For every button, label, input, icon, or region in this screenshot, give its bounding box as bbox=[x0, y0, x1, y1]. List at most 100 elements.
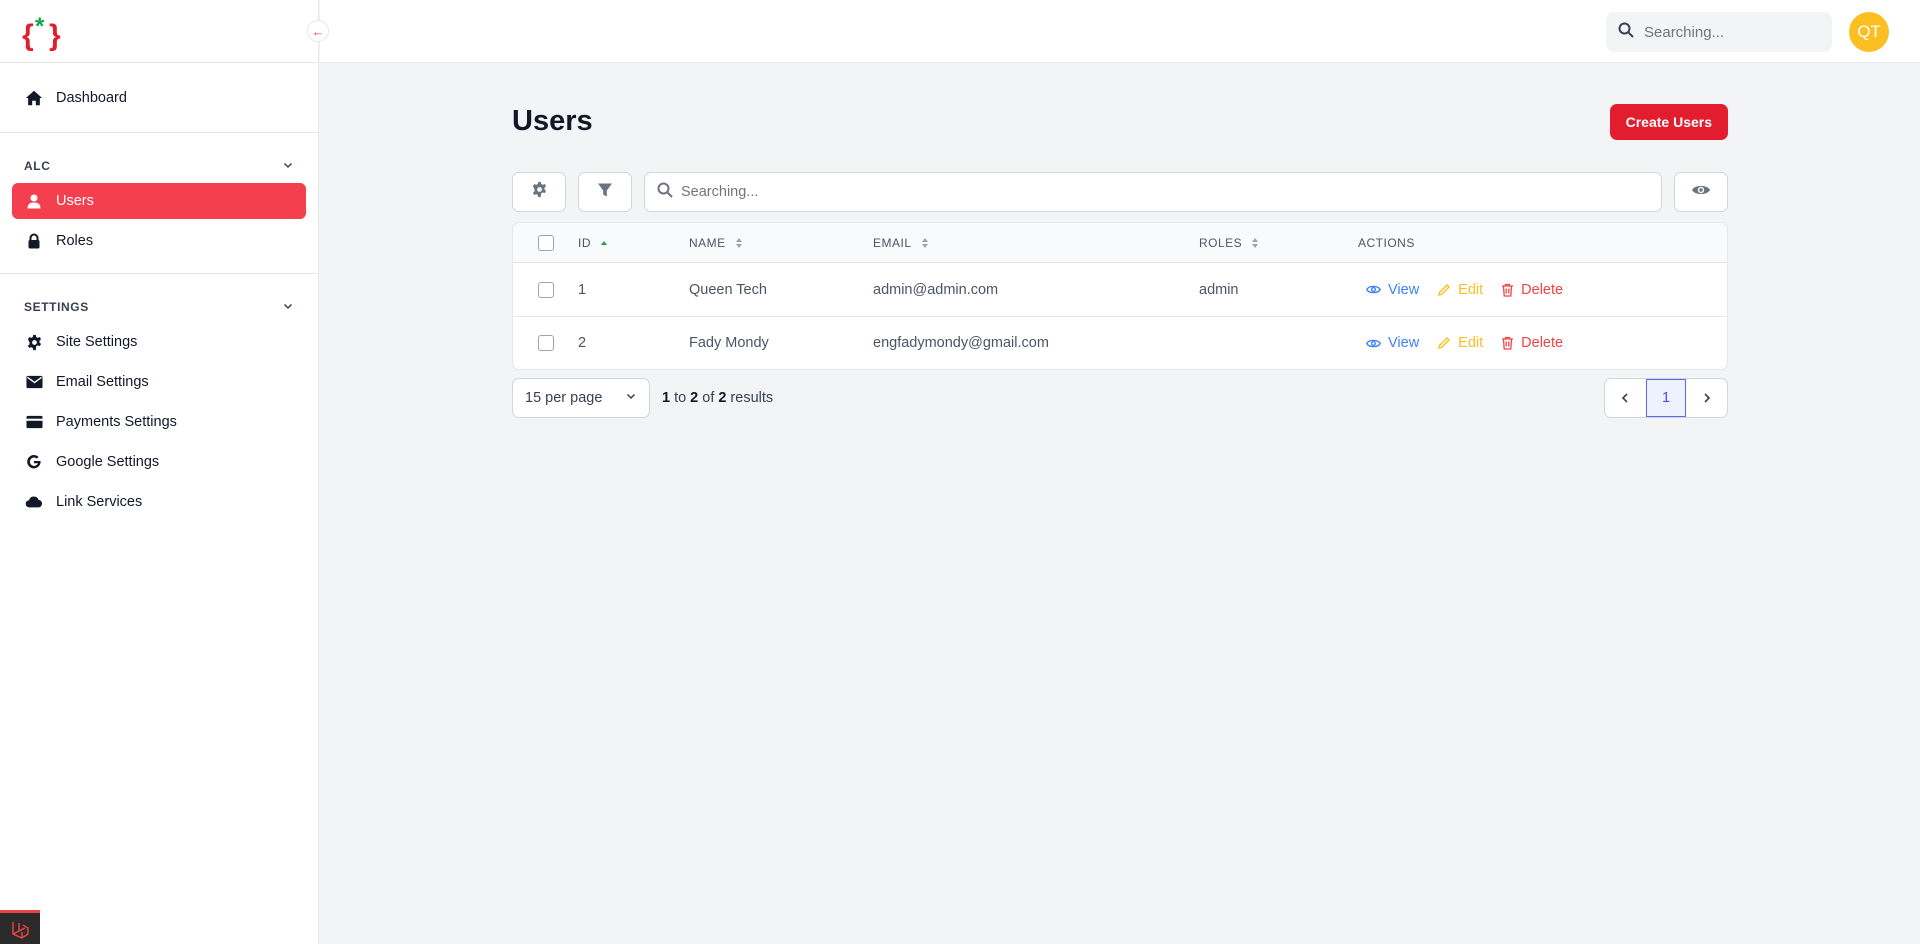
column-header-id[interactable]: ID bbox=[578, 223, 608, 262]
cloud-icon bbox=[24, 492, 44, 512]
action-label: View bbox=[1388, 335, 1420, 351]
cell-name: Fady Mondy bbox=[689, 335, 769, 351]
app-logo[interactable]: { } * bbox=[22, 12, 66, 52]
table-row: 2 Fady Mondy engfadymondy@gmail.com View… bbox=[513, 316, 1727, 369]
chevron-down-icon bbox=[625, 390, 637, 406]
delete-button[interactable]: Delete bbox=[1501, 335, 1563, 351]
sidebar-item-dashboard[interactable]: Dashboard bbox=[12, 80, 306, 116]
trash-icon bbox=[1502, 283, 1514, 297]
sidebar-item-users[interactable]: Users bbox=[12, 183, 306, 219]
gear-icon bbox=[24, 332, 44, 352]
svg-text:{: { bbox=[22, 19, 34, 52]
filter-icon bbox=[597, 182, 613, 203]
results-from: 1 bbox=[662, 390, 671, 406]
sidebar-item-roles[interactable]: Roles bbox=[12, 223, 306, 259]
delete-button[interactable]: Delete bbox=[1501, 282, 1563, 298]
sidebar-item-label: Dashboard bbox=[56, 90, 127, 106]
table-search[interactable] bbox=[644, 172, 1662, 212]
table-header: ID NAME EMAIL ROLES ACTIONS bbox=[513, 223, 1727, 263]
row-select-cell bbox=[538, 317, 554, 369]
row-checkbox[interactable] bbox=[538, 281, 554, 298]
cell-actions: View Edit Delete bbox=[1366, 263, 1581, 316]
table-settings-button[interactable] bbox=[512, 172, 566, 212]
section-header-alc[interactable]: ALC bbox=[0, 151, 318, 181]
action-label: Edit bbox=[1458, 281, 1484, 298]
sort-icon bbox=[921, 237, 929, 249]
view-button[interactable]: View bbox=[1366, 282, 1419, 298]
pencil-icon bbox=[1438, 283, 1451, 296]
laravel-icon bbox=[12, 921, 29, 939]
user-icon bbox=[24, 191, 44, 211]
sidebar-item-label: Link Services bbox=[56, 494, 143, 510]
cell-name: Queen Tech bbox=[689, 281, 767, 298]
section-title: ALC bbox=[24, 159, 51, 173]
view-button[interactable]: View bbox=[1366, 335, 1419, 351]
logo-area: { } * ← bbox=[0, 0, 329, 63]
search-icon bbox=[657, 182, 673, 203]
global-search-input[interactable] bbox=[1644, 23, 1814, 41]
gear-icon bbox=[531, 181, 548, 203]
lock-icon bbox=[24, 231, 44, 251]
sidebar-item-label: Roles bbox=[56, 233, 94, 249]
nav-section-main: Dashboard bbox=[0, 63, 318, 133]
column-header-name[interactable]: NAME bbox=[689, 223, 743, 262]
page-button-current[interactable]: 1 bbox=[1646, 379, 1686, 417]
select-all-checkbox[interactable] bbox=[538, 234, 554, 251]
chevron-down-icon bbox=[282, 159, 294, 174]
pencil-icon bbox=[1438, 337, 1451, 349]
global-search[interactable] bbox=[1606, 12, 1832, 52]
next-page-button[interactable] bbox=[1687, 379, 1727, 417]
avatar[interactable]: QT bbox=[1849, 12, 1889, 52]
sidebar-collapse-button[interactable]: ← bbox=[307, 20, 329, 42]
sort-icon bbox=[1251, 237, 1259, 249]
eye-icon bbox=[1691, 183, 1711, 202]
topbar: QT bbox=[320, 0, 1920, 63]
edit-button[interactable]: Edit bbox=[1437, 282, 1483, 298]
per-page-value: 15 per page bbox=[525, 390, 603, 406]
google-icon bbox=[24, 452, 44, 472]
column-header-roles[interactable]: ROLES bbox=[1199, 223, 1259, 262]
sidebar-item-google-settings[interactable]: Google Settings bbox=[12, 444, 306, 480]
svg-text:}: } bbox=[49, 19, 61, 52]
sort-asc-icon bbox=[600, 239, 608, 247]
cell-roles: admin bbox=[1199, 281, 1239, 298]
users-table: ID NAME EMAIL ROLES ACTIONS 1 Queen Tech… bbox=[512, 222, 1728, 370]
table-search-input[interactable] bbox=[681, 184, 1581, 200]
sidebar-item-site-settings[interactable]: Site Settings bbox=[12, 324, 306, 360]
column-visibility-button[interactable] bbox=[1674, 172, 1728, 212]
section-header-settings[interactable]: SETTINGS bbox=[0, 292, 318, 322]
results-suffix: results bbox=[730, 390, 774, 406]
arrow-left-icon: ← bbox=[311, 23, 325, 39]
column-header-email[interactable]: EMAIL bbox=[873, 223, 929, 262]
sidebar-item-label: Google Settings bbox=[56, 454, 160, 470]
chevron-down-icon bbox=[282, 300, 294, 315]
create-users-button[interactable]: Create Users bbox=[1609, 104, 1728, 140]
sidebar-item-label: Users bbox=[56, 193, 94, 209]
sort-icon bbox=[735, 237, 743, 249]
results-to-word: to bbox=[674, 390, 687, 406]
action-label: Delete bbox=[1521, 281, 1564, 298]
edit-button[interactable]: Edit bbox=[1437, 335, 1483, 351]
per-page-select[interactable]: 15 per page bbox=[512, 378, 650, 418]
laravel-badge[interactable] bbox=[0, 910, 40, 944]
nav-section-alc: ALC Users Roles bbox=[0, 133, 318, 274]
section-title: SETTINGS bbox=[24, 300, 89, 314]
chevron-right-icon bbox=[1704, 393, 1711, 403]
sidebar-item-label: Payments Settings bbox=[56, 414, 177, 430]
results-total: 2 bbox=[718, 390, 727, 406]
action-label: View bbox=[1388, 281, 1420, 298]
sidebar-item-payments-settings[interactable]: Payments Settings bbox=[12, 404, 306, 440]
sidebar-item-link-services[interactable]: Link Services bbox=[12, 484, 306, 520]
filter-button[interactable] bbox=[578, 172, 632, 212]
cell-email: engfadymondy@gmail.com bbox=[873, 335, 1049, 351]
eye-icon bbox=[1366, 339, 1381, 347]
prev-page-button[interactable] bbox=[1605, 379, 1645, 417]
credit-card-icon bbox=[24, 412, 44, 432]
sidebar-item-email-settings[interactable]: Email Settings bbox=[12, 364, 306, 400]
home-icon bbox=[24, 88, 44, 108]
column-label: NAME bbox=[689, 235, 726, 250]
action-label: Edit bbox=[1458, 335, 1484, 351]
row-select-cell bbox=[538, 263, 554, 316]
table-row: 1 Queen Tech admin@admin.com admin View … bbox=[513, 263, 1727, 316]
row-checkbox[interactable] bbox=[538, 335, 554, 351]
